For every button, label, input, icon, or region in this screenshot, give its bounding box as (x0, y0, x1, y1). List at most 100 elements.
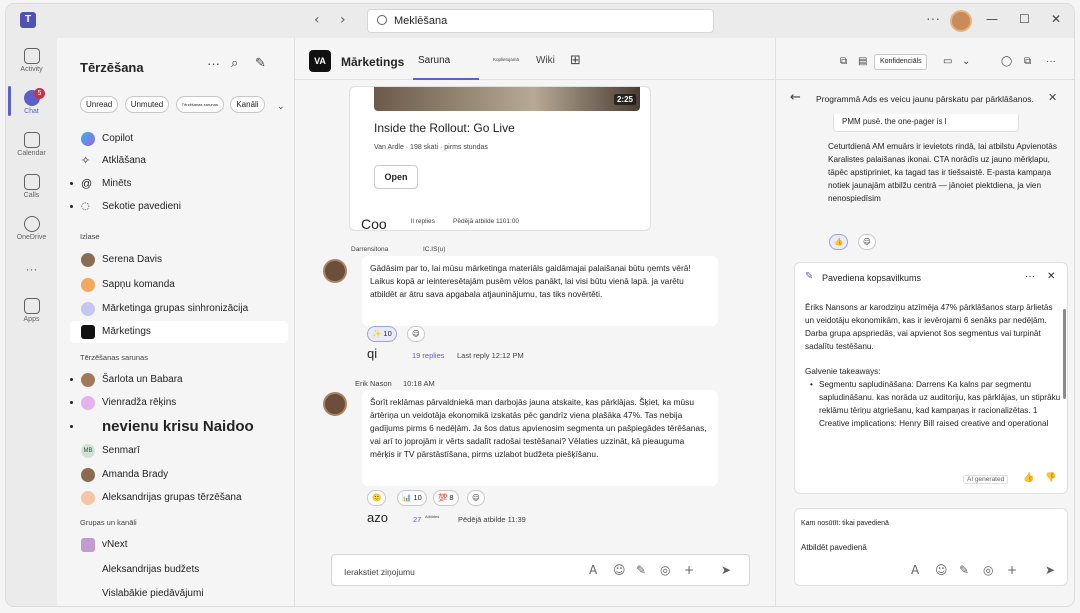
rail-calls[interactable]: Calls (6, 174, 57, 199)
chat-bubble-icon[interactable]: ◯ (1001, 56, 1012, 67)
filter-unread[interactable]: Unread (80, 96, 119, 113)
more-options-icon[interactable]: ··· (926, 10, 940, 26)
emoji-icon[interactable]: ☺ (935, 563, 948, 577)
summary-icon: ✎ (805, 271, 814, 282)
new-chat-icon[interactable]: ✎ (255, 56, 266, 71)
avatar (81, 373, 95, 387)
avatar (81, 396, 95, 410)
avatar (81, 538, 95, 552)
rail-onedrive[interactable]: OneDrive (6, 216, 57, 241)
avatar[interactable] (323, 259, 347, 283)
filter-unmuted[interactable]: Unmuted (124, 96, 170, 113)
tab-wiki[interactable]: Wiki (536, 55, 555, 66)
loop-icon[interactable]: ◎ (983, 563, 993, 577)
chat-marketing-sync[interactable]: Mārketinga grupas sinhronizācija (78, 298, 288, 320)
clipboard-icon[interactable]: ▤ (858, 56, 867, 67)
thread-reply-box[interactable]: Kam nosūtīt: tikai pavedienā Atbildēt pa… (794, 508, 1068, 586)
maximize-button[interactable]: ☐ (1019, 12, 1030, 26)
gif-icon[interactable]: ✎ (636, 563, 646, 577)
more-options-icon[interactable]: ··· (1046, 56, 1056, 67)
chat-naidoo[interactable]: nevienu krisu Naidoo (70, 416, 288, 438)
reaction-hundred[interactable]: 💯 8 (433, 490, 459, 506)
popout-icon[interactable]: ⧉ (1024, 56, 1031, 67)
add-tab-icon[interactable]: ⊞ (570, 53, 581, 68)
channel-header: VA Mārketings Saruna Koplietojamā Wiki ⊞ (295, 38, 775, 80)
search-icon[interactable]: ⌕ (231, 56, 238, 71)
thread-replies-link[interactable]: ll replies (411, 218, 435, 225)
avatar[interactable] (323, 392, 347, 416)
open-button[interactable]: Open (374, 165, 418, 189)
chevron-down-icon[interactable]: ⌄ (962, 56, 970, 67)
back-arrow-icon[interactable]: ← (790, 90, 801, 105)
send-icon[interactable]: ➤ (1045, 563, 1055, 577)
reaction-chart[interactable]: 📊 10 (397, 490, 427, 506)
close-icon[interactable]: ✕ (1048, 91, 1057, 104)
copy-icon[interactable]: ⧉ (840, 56, 847, 67)
chat-amanda-brady[interactable]: Amanda Brady (78, 464, 288, 486)
chat-serena-davis[interactable]: Serena Davis (78, 249, 288, 271)
unread-dot (70, 425, 73, 428)
rail-chat[interactable]: 5 Chat (6, 88, 57, 115)
video-thumbnail[interactable]: 2:25 (374, 87, 640, 111)
message-composer[interactable]: Ierakstiet ziņojumu A ☺ ✎ ◎ + ➤ (331, 554, 750, 586)
chat-marketing[interactable]: Mārketings (70, 321, 288, 343)
filter-channels[interactable]: Kanāli (230, 96, 265, 113)
add-reaction-icon[interactable]: ☺ (467, 490, 485, 506)
plus-icon[interactable]: + (684, 563, 694, 577)
profile-avatar[interactable] (950, 10, 972, 32)
unread-dot (70, 378, 73, 381)
gif-icon[interactable]: ✎ (959, 563, 969, 577)
rail-activity[interactable]: Activity (6, 48, 57, 73)
plus-icon[interactable]: + (1007, 563, 1017, 577)
summary-heading: Galvenie takeaways: (805, 367, 881, 376)
forward-arrow-icon[interactable]: › (340, 12, 346, 28)
close-button[interactable]: ✕ (1051, 12, 1061, 26)
more-options-icon[interactable]: ··· (207, 56, 220, 71)
emoji-icon[interactable]: ☺ (613, 563, 626, 577)
thread-replies-link[interactable]: 19 replies (412, 351, 445, 360)
thumbs-up-icon[interactable]: 👍 (1023, 473, 1034, 483)
pinned-discover[interactable]: ✧ Atklāšana (78, 150, 288, 172)
pinned-copilot[interactable]: Copilot (78, 128, 288, 150)
format-icon[interactable]: A (911, 563, 919, 577)
rail-calendar[interactable]: Calendar (6, 132, 57, 157)
chat-dream-team[interactable]: Sapņu komanda (78, 274, 288, 296)
search-input[interactable]: Meklēšana (367, 9, 714, 33)
chat-unicorn-invoice[interactable]: Vienradža rēķins (70, 392, 288, 414)
add-reaction-icon[interactable]: ☺ (407, 326, 425, 342)
pinned-mentions[interactable]: @ Minēts (70, 173, 288, 195)
channel-alexandria-budget[interactable]: Aleksandrijas budžets (78, 559, 288, 581)
close-icon[interactable]: ✕ (1047, 271, 1055, 282)
reaction-thumbs-up[interactable]: 👍 (829, 234, 849, 250)
loop-icon[interactable]: ◎ (660, 563, 670, 577)
video-call-icon[interactable]: ▭ (943, 56, 952, 67)
chevron-down-icon[interactable]: ⌄ (277, 102, 285, 112)
tab-shared[interactable]: Koplietojamā (493, 57, 519, 62)
channel-best-offers[interactable]: Vislabākie piedāvājumi (78, 583, 288, 605)
reaction-sparkle[interactable]: ✨ 10 (367, 326, 397, 342)
minimize-button[interactable]: — (986, 12, 998, 26)
pinned-followed-threads[interactable]: ◌ Sekotie pavedieni (70, 196, 288, 218)
add-reaction-icon[interactable]: ☺ (858, 234, 876, 250)
channel-vnext[interactable]: vNext (78, 534, 288, 556)
reply-recipients[interactable]: Kam nosūtīt: tikai pavedienā (801, 520, 889, 527)
reaction-smile[interactable]: 🙂 (367, 490, 387, 506)
format-icon[interactable]: A (589, 563, 597, 577)
summary-scrollbar[interactable] (1063, 309, 1066, 399)
more-options-icon[interactable]: ··· (1025, 271, 1035, 282)
more-icon: ··· (25, 262, 38, 276)
thumbs-down-icon[interactable]: 👎 (1045, 473, 1056, 483)
thread-replies-link[interactable]: 27 (413, 515, 421, 524)
item-label: Mārketinga grupas sinhronizācija (102, 303, 249, 314)
filter-chats[interactable]: Tērzēšanas sarunas (175, 96, 224, 113)
tab-conversation[interactable]: Saruna (418, 55, 450, 66)
thread-last-reply: Last reply 12:12 PM (457, 351, 524, 360)
chat-sarlota-babara[interactable]: Šarlota un Babara (70, 369, 288, 391)
rail-apps[interactable]: Apps (6, 298, 57, 323)
back-arrow-icon[interactable]: ‹ (314, 12, 320, 28)
rail-more[interactable]: ··· (6, 262, 57, 276)
send-icon[interactable]: ➤ (721, 563, 731, 577)
chat-alexandria-group[interactable]: Aleksandrijas grupas tērzēšana (78, 487, 288, 509)
sensitivity-label[interactable]: Konfidenciāls (874, 54, 927, 70)
chat-senmari[interactable]: MB Senmarī (78, 440, 288, 462)
